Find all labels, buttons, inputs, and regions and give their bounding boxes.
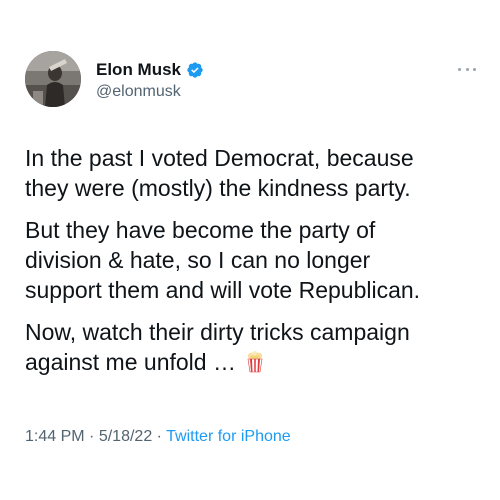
display-name[interactable]: Elon Musk	[96, 60, 181, 80]
popcorn-icon	[246, 351, 264, 373]
tweet-source-link[interactable]: Twitter for iPhone	[166, 428, 291, 445]
tweet-time[interactable]: 1:44 PM	[25, 428, 85, 445]
meta-separator: ·	[156, 428, 162, 445]
tweet-line-last: against me unfold …	[25, 347, 485, 377]
tweet-line: they were (mostly) the kindness party.	[25, 175, 411, 201]
tweet-date[interactable]: 5/18/22	[99, 428, 152, 445]
more-dot	[465, 67, 469, 71]
tweet-meta: 1:44 PM · 5/18/22 · Twitter for iPhone	[25, 428, 291, 446]
avatar-photo-icon	[25, 51, 81, 107]
tweet-line: Now, watch their dirty tricks campaign	[25, 319, 410, 345]
avatar[interactable]	[25, 51, 81, 107]
tweet-paragraph: But they have become the party of divisi…	[25, 215, 485, 305]
meta-separator: ·	[89, 428, 95, 445]
more-dot	[458, 67, 461, 71]
tweet-line: But they have become the party of	[25, 217, 376, 243]
tweet-line-text: against me unfold …	[25, 349, 236, 375]
tweet-card: Elon Musk @elonmusk In the past I voted …	[0, 0, 500, 500]
tweet-line: division & hate, so I can no longer	[25, 247, 371, 273]
tweet-line: support them and will vote Republican.	[25, 277, 421, 303]
tweet-line: In the past I voted Democrat, because	[25, 145, 414, 171]
author-handle[interactable]: @elonmusk	[96, 83, 181, 101]
tweet-text: In the past I voted Democrat, because th…	[25, 143, 485, 389]
verified-badge-icon	[186, 61, 204, 79]
more-dot	[473, 67, 476, 71]
tweet-paragraph: Now, watch their dirty tricks campaign a…	[25, 317, 485, 377]
more-dots-icon[interactable]	[458, 64, 476, 74]
tweet-paragraph: In the past I voted Democrat, because th…	[25, 143, 485, 203]
author-name-row: Elon Musk	[96, 58, 204, 82]
